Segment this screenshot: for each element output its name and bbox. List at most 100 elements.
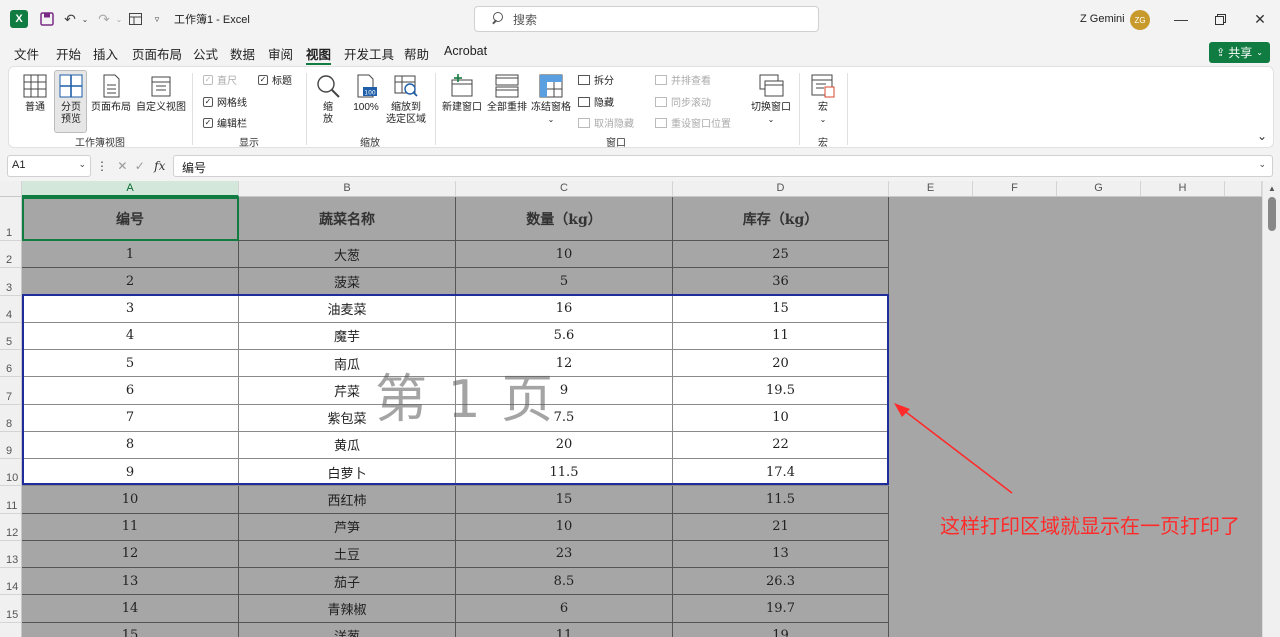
table-cell[interactable]: 青辣椒 [239, 595, 456, 623]
redo-dropdown-icon[interactable]: ⌄ [114, 9, 124, 29]
zoom-to-selection-button[interactable]: 缩放到 选定区域 [384, 73, 428, 126]
table-cell[interactable]: 6 [22, 377, 239, 405]
freeze-panes-button[interactable]: 冻结窗格 ⌄ [530, 73, 572, 126]
column-header-next[interactable] [1225, 181, 1262, 197]
table-cell[interactable]: 5.6 [456, 322, 673, 350]
table-cell[interactable]: 36 [673, 268, 889, 296]
table-cell[interactable]: 11.5 [673, 486, 889, 514]
avatar[interactable]: ZG [1130, 10, 1150, 30]
column-header-a[interactable]: A [22, 181, 239, 197]
gridlines-checkbox[interactable]: ✓ 网格线 [203, 94, 247, 109]
row-header[interactable]: 7 [0, 377, 22, 405]
table-cell[interactable]: 10 [673, 404, 889, 432]
row-header[interactable]: 12 [0, 513, 22, 541]
table-cell[interactable]: 3 [22, 295, 239, 323]
row-header[interactable]: 2 [0, 241, 22, 269]
select-all-corner[interactable] [0, 181, 22, 197]
table-cell[interactable]: 21 [673, 513, 889, 541]
row-header[interactable]: 5 [0, 322, 22, 350]
table-cell[interactable]: 8 [22, 431, 239, 459]
table-cell[interactable]: 洋葱 [239, 622, 456, 637]
table-cell[interactable]: 17.4 [673, 459, 889, 487]
table-cell[interactable]: 22 [673, 431, 889, 459]
side-by-side-button[interactable]: 并排查看 [655, 72, 711, 87]
column-header-g[interactable]: G [1057, 181, 1141, 197]
table-cell[interactable]: 5 [22, 350, 239, 378]
ruler-checkbox[interactable]: ✓ 直尺 [203, 72, 237, 87]
table-cell[interactable]: 10 [22, 486, 239, 514]
table-cell[interactable]: 11 [673, 322, 889, 350]
hide-button[interactable]: 隐藏 [578, 94, 614, 109]
tab-acrobat[interactable]: Acrobat [444, 44, 487, 58]
row-header[interactable]: 15 [0, 595, 22, 623]
vertical-scrollbar[interactable]: ▲ [1262, 181, 1280, 637]
zoom-100-button[interactable]: 100 100% [350, 73, 382, 114]
table-cell[interactable]: 12 [22, 540, 239, 568]
row-header[interactable]: 1 [0, 197, 22, 241]
collapse-ribbon-icon[interactable]: ⌄ [1257, 129, 1267, 143]
table-cell[interactable]: 11 [22, 513, 239, 541]
form-icon[interactable] [126, 9, 144, 29]
header-cell[interactable]: 数量（kg） [456, 197, 673, 241]
customize-qat-icon[interactable]: ▿ [150, 9, 164, 29]
arrange-all-button[interactable]: 全部重排 [486, 73, 528, 114]
row-header[interactable]: 9 [0, 431, 22, 459]
split-button[interactable]: 拆分 [578, 72, 614, 87]
table-cell[interactable]: 菠菜 [239, 268, 456, 296]
table-cell[interactable]: 5 [456, 268, 673, 296]
new-window-button[interactable]: 新建窗口 [441, 73, 483, 114]
table-cell[interactable]: 14 [22, 595, 239, 623]
table-cell[interactable]: 12 [456, 350, 673, 378]
table-cell[interactable]: 7 [22, 404, 239, 432]
table-cell[interactable]: 芹菜 [239, 377, 456, 405]
page-break-preview-button[interactable]: 分页 预览 [56, 73, 86, 126]
table-cell[interactable]: 大葱 [239, 241, 456, 269]
restore-icon[interactable] [1205, 9, 1235, 29]
table-cell[interactable]: 6 [456, 595, 673, 623]
tab-help[interactable]: 帮助 [404, 44, 429, 63]
save-icon[interactable] [38, 9, 56, 29]
column-header-c[interactable]: C [456, 181, 673, 197]
header-cell[interactable]: 库存（kg） [673, 197, 889, 241]
share-button[interactable]: ⇪ 共享 ⌄ [1209, 42, 1270, 63]
table-cell[interactable]: 茄子 [239, 568, 456, 596]
undo-dropdown-icon[interactable]: ⌄ [80, 9, 90, 29]
row-header[interactable]: 11 [0, 486, 22, 514]
search-box[interactable]: 搜索 [474, 6, 819, 32]
unhide-button[interactable]: 取消隐藏 [578, 115, 634, 130]
row-header[interactable]: 6 [0, 350, 22, 378]
name-box[interactable]: A1 ⌄ [7, 155, 91, 177]
tab-view[interactable]: 视图 [306, 44, 332, 65]
chevron-down-icon[interactable]: ⌄ [78, 159, 86, 170]
scrollbar-thumb[interactable] [1268, 197, 1276, 231]
minimize-icon[interactable]: — [1166, 9, 1196, 29]
tab-formulas[interactable]: 公式 [193, 44, 218, 63]
switch-windows-button[interactable]: 切换窗口 ⌄ [749, 73, 793, 126]
table-cell[interactable]: 白萝卜 [239, 459, 456, 487]
table-cell[interactable]: 9 [456, 377, 673, 405]
table-cell[interactable]: 20 [456, 431, 673, 459]
table-cell[interactable]: 魔芋 [239, 322, 456, 350]
tab-developer[interactable]: 开发工具 [344, 44, 394, 63]
headings-checkbox[interactable]: ✓ 标题 [258, 72, 292, 87]
table-cell[interactable]: 19.5 [673, 377, 889, 405]
close-icon[interactable]: ✕ [1245, 9, 1275, 29]
row-header[interactable]: 13 [0, 540, 22, 568]
tab-review[interactable]: 审阅 [268, 44, 293, 63]
zoom-button[interactable]: 缩 放 [315, 73, 341, 126]
formula-bar-checkbox[interactable]: ✓ 编辑栏 [203, 115, 247, 130]
table-cell[interactable]: 15 [22, 622, 239, 637]
table-cell[interactable]: 10 [456, 241, 673, 269]
header-cell[interactable]: 蔬菜名称 [239, 197, 456, 241]
table-cell[interactable]: 7.5 [456, 404, 673, 432]
tab-file[interactable]: 文件 [14, 44, 39, 63]
table-cell[interactable]: 15 [673, 295, 889, 323]
column-header-f[interactable]: F [973, 181, 1057, 197]
formula-input[interactable]: 编号 ⌄ [173, 155, 1273, 177]
macros-button[interactable]: 宏 ⌄ [809, 73, 837, 126]
expand-formula-icon[interactable]: ⌄ [1258, 159, 1266, 170]
table-cell[interactable]: 10 [456, 513, 673, 541]
table-cell[interactable]: 西红柿 [239, 486, 456, 514]
table-cell[interactable]: 8.5 [456, 568, 673, 596]
row-header[interactable]: 14 [0, 568, 22, 596]
